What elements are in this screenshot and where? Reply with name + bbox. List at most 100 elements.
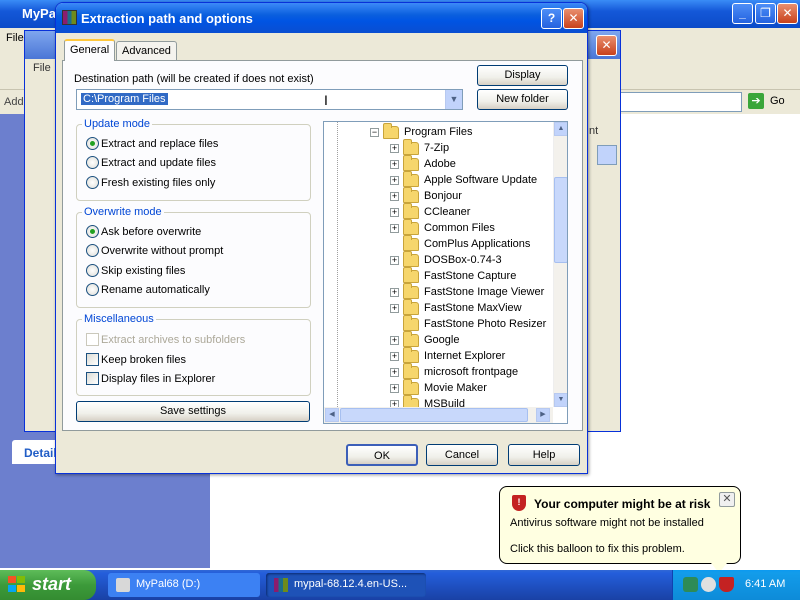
expand-icon[interactable]: + (390, 160, 399, 169)
radio-fresh-existing-label[interactable]: Fresh existing files only (101, 177, 215, 189)
tree-item-label[interactable]: FastStone Image Viewer (424, 286, 544, 298)
cancel-button[interactable]: Cancel (426, 444, 498, 466)
expand-icon[interactable]: + (390, 224, 399, 233)
tree-item-label[interactable]: FastStone Photo Resizer (424, 318, 546, 330)
display-button[interactable]: Display (477, 65, 568, 86)
security-center-icon[interactable] (701, 577, 716, 592)
winrar-icon (274, 578, 288, 592)
clock[interactable]: 6:41 AM (745, 578, 785, 590)
expand-icon[interactable]: + (390, 176, 399, 185)
go-button[interactable]: ➔ Go (748, 93, 798, 111)
tab-general[interactable]: General (64, 39, 116, 61)
radio-overwrite-without-prompt-label[interactable]: Overwrite without prompt (101, 245, 223, 257)
checkbox-display-in-explorer[interactable] (86, 372, 99, 385)
expand-icon[interactable]: + (390, 192, 399, 201)
radio-extract-update-label[interactable]: Extract and update files (101, 157, 216, 169)
checkbox-extract-subfolders (86, 333, 99, 346)
folder-icon (403, 315, 419, 331)
destination-path-combobox[interactable]: C:\Program Files ▼ (76, 89, 463, 110)
expand-icon[interactable]: + (390, 144, 399, 153)
collapse-icon[interactable]: − (370, 128, 379, 137)
tree-item-label[interactable]: Program Files (404, 126, 472, 138)
dialog-title: Extraction path and options (81, 11, 253, 26)
radio-skip-existing-label[interactable]: Skip existing files (101, 265, 185, 277)
expand-icon[interactable]: + (390, 352, 399, 361)
tree-item-label[interactable]: Internet Explorer (424, 350, 505, 362)
tree-item-label[interactable]: Common Files (424, 222, 495, 234)
security-shield-icon: ! (512, 495, 526, 511)
radio-rename-automatically[interactable] (86, 283, 99, 296)
shield-warning-icon[interactable] (719, 577, 734, 592)
radio-ask-before-overwrite[interactable] (86, 225, 99, 238)
archive-menu-file[interactable]: File (33, 62, 51, 74)
restore-icon[interactable]: ❐ (755, 3, 776, 24)
scroll-thumb-horizontal[interactable] (340, 408, 528, 422)
tree-item-label[interactable]: Adobe (424, 158, 456, 170)
tree-item-label[interactable]: FastStone MaxView (424, 302, 522, 314)
tree-item-label[interactable]: FastStone Capture (424, 270, 516, 282)
destination-path-value[interactable]: C:\Program Files (81, 93, 168, 105)
scroll-thumb[interactable] (554, 177, 567, 263)
balloon-close-icon[interactable]: ✕ (719, 492, 735, 507)
tree-item-label[interactable]: ComPlus Applications (424, 238, 530, 250)
help-button[interactable]: Help (508, 444, 580, 466)
checkbox-display-in-explorer-label[interactable]: Display files in Explorer (101, 373, 215, 385)
taskbar-item-archive[interactable]: mypal-68.12.4.en-US... (266, 573, 426, 597)
scroll-up-icon[interactable]: ▲ (554, 122, 567, 136)
taskbar-item-mypal[interactable]: MyPal68 (D:) (108, 573, 260, 597)
checkbox-keep-broken-files-label[interactable]: Keep broken files (101, 354, 186, 366)
tree-item-label[interactable]: 7-Zip (424, 142, 449, 154)
windows-flag-icon (8, 576, 26, 593)
scroll-right-icon[interactable]: ▶ (536, 408, 550, 422)
ok-button[interactable]: OK (346, 444, 418, 466)
expand-icon[interactable]: + (390, 288, 399, 297)
tree-item-label[interactable]: Google (424, 334, 459, 346)
chevron-down-icon[interactable]: ▼ (445, 90, 462, 109)
expand-icon[interactable]: + (390, 336, 399, 345)
security-balloon[interactable]: ! Your computer might be at risk ✕ Antiv… (499, 486, 741, 564)
network-icon[interactable] (683, 577, 698, 592)
archive-right-panel: nt (587, 121, 619, 421)
expand-icon[interactable]: + (390, 304, 399, 313)
menu-file[interactable]: File (6, 32, 24, 44)
tree-item-label[interactable]: Apple Software Update (424, 174, 537, 186)
archive-dropdown[interactable] (597, 145, 617, 165)
expand-icon[interactable]: + (390, 368, 399, 377)
dialog-close-icon[interactable]: ✕ (563, 8, 584, 29)
radio-extract-replace-label[interactable]: Extract and replace files (101, 138, 218, 150)
radio-skip-existing[interactable] (86, 264, 99, 277)
radio-extract-update[interactable] (86, 156, 99, 169)
archive-close-icon[interactable]: ✕ (596, 35, 617, 56)
tree-item-label[interactable]: Movie Maker (424, 382, 487, 394)
expand-icon[interactable]: + (390, 384, 399, 393)
go-label: Go (770, 95, 785, 107)
expand-icon[interactable]: + (390, 208, 399, 217)
tab-advanced[interactable]: Advanced (116, 41, 177, 61)
radio-ask-before-overwrite-label[interactable]: Ask before overwrite (101, 226, 201, 238)
start-button[interactable]: start (0, 570, 96, 600)
new-folder-button[interactable]: New folder (477, 89, 568, 110)
tree-item-label[interactable]: CCleaner (424, 206, 470, 218)
tree-item-label[interactable]: Bonjour (424, 190, 462, 202)
save-settings-button[interactable]: Save settings (76, 401, 310, 422)
winrar-icon (62, 10, 77, 25)
close-icon[interactable]: ✕ (777, 3, 798, 24)
expand-icon[interactable]: + (390, 256, 399, 265)
balloon-hint: Click this balloon to fix this problem. (510, 543, 685, 555)
extraction-dialog: Extraction path and options ? ✕ General … (55, 2, 588, 474)
folder-tree[interactable]: − Program Files +7-Zip + Adobe + Apple Softw… (323, 121, 568, 424)
checkbox-keep-broken-files[interactable] (86, 353, 99, 366)
folder-icon (403, 187, 419, 203)
scroll-down-icon[interactable]: ▼ (554, 393, 567, 407)
radio-fresh-existing[interactable] (86, 176, 99, 189)
scroll-left-icon[interactable]: ◀ (325, 408, 339, 422)
radio-rename-automatically-label[interactable]: Rename automatically (101, 284, 210, 296)
help-icon[interactable]: ? (541, 8, 562, 29)
radio-extract-replace[interactable] (86, 137, 99, 150)
tree-horizontal-scrollbar[interactable]: ◀ ▶ (324, 407, 553, 423)
tree-vertical-scrollbar[interactable]: ▲ ▼ (553, 122, 567, 407)
minimize-icon[interactable]: _ (732, 3, 753, 24)
radio-overwrite-without-prompt[interactable] (86, 244, 99, 257)
tree-item-label[interactable]: microsoft frontpage (424, 366, 518, 378)
tree-item-label[interactable]: DOSBox-0.74-3 (424, 254, 502, 266)
